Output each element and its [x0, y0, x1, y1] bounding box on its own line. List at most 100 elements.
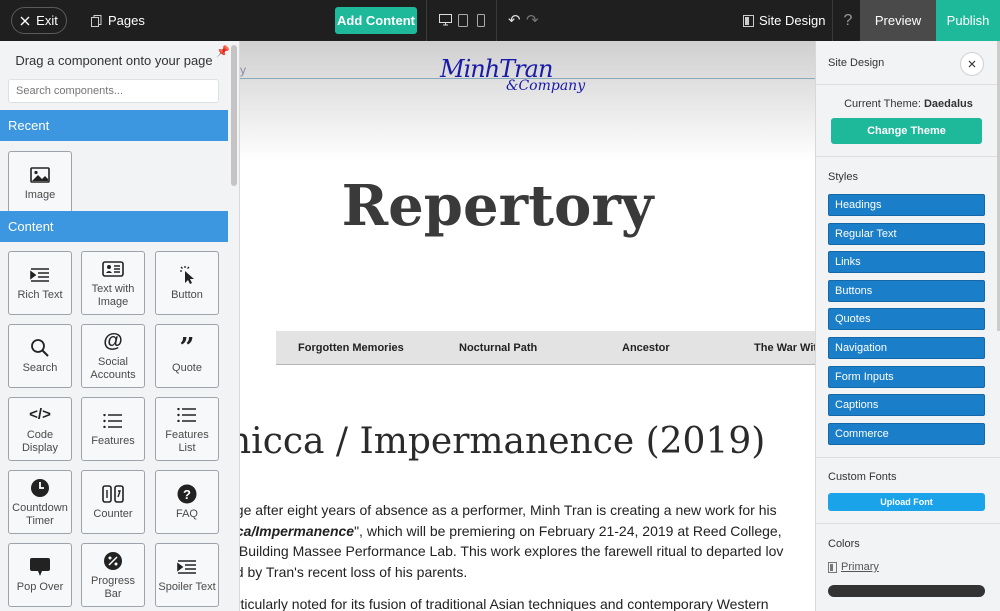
component-text-with-image[interactable]: Text with Image [81, 251, 145, 315]
paragraph-line: s Building Massee Performance Lab. This … [240, 543, 784, 559]
style-links[interactable]: Links [828, 251, 985, 273]
spoiler-icon [177, 556, 197, 578]
paragraph-line: age after eight years of absence as a pe… [240, 502, 777, 518]
component-quote[interactable]: ” Quote [155, 324, 219, 388]
primary-color-swatch[interactable] [828, 585, 985, 597]
svg-text:?: ? [183, 487, 191, 502]
question-icon: ? [177, 483, 197, 505]
component-button[interactable]: Button [155, 251, 219, 315]
page-canvas[interactable]: y MinhTran &Company Repertory Forgotten … [240, 41, 815, 611]
paint-icon [828, 561, 837, 573]
nav-item-ancestor[interactable]: Ancestor [622, 331, 670, 365]
toolbar-divider [426, 0, 427, 41]
close-icon [968, 60, 976, 68]
style-regular-text[interactable]: Regular Text [828, 223, 985, 245]
style-quotes[interactable]: Quotes [828, 308, 985, 330]
style-captions[interactable]: Captions [828, 394, 985, 416]
pages-button[interactable]: Pages [91, 0, 145, 41]
site-design-button[interactable]: Site Design [743, 0, 825, 41]
style-headings[interactable]: Headings [828, 194, 985, 216]
colors-heading: Colors [828, 538, 860, 550]
site-design-icon [743, 14, 754, 27]
component-search[interactable]: Search [8, 324, 72, 388]
redo-icon[interactable]: ↷ [526, 11, 539, 29]
component-label: Code Display [21, 428, 59, 454]
recent-section-header[interactable]: Recent [0, 110, 228, 141]
paragraph-line: cca/Impermanence", which will be premier… [240, 521, 815, 542]
mobile-icon[interactable] [474, 13, 488, 27]
component-features-list[interactable]: Features List [155, 397, 219, 461]
style-commerce[interactable]: Commerce [828, 423, 985, 445]
component-features[interactable]: Features [81, 397, 145, 461]
features-list-icon [103, 410, 123, 432]
component-image[interactable]: Image [8, 151, 72, 215]
site-logo-subtitle: &Company [506, 78, 586, 94]
component-label: Features List [165, 428, 209, 454]
paragraph-line: articularly noted for its fusion of trad… [240, 596, 769, 611]
component-label: Spoiler Text [158, 581, 216, 593]
nav-item-the-war-within[interactable]: The War Wit [754, 331, 815, 365]
component-label: Progress Bar [90, 574, 136, 600]
change-theme-button[interactable]: Change Theme [831, 118, 982, 144]
divider [816, 457, 1000, 458]
code-icon: </> [29, 406, 51, 423]
component-label: Quote [172, 362, 202, 374]
paragraph-text: ", which will be premiering on February … [354, 522, 782, 539]
pin-icon[interactable]: 📌 [216, 45, 230, 58]
site-design-panel: Site Design Current Theme: Daedalus Chan… [815, 41, 1000, 611]
work-description[interactable]: age after eight years of absence as a pe… [240, 500, 815, 611]
component-label: Pop Over [16, 581, 64, 593]
top-toolbar: Exit Pages Add Content ↶ ↷ Site Design ?… [0, 0, 1000, 41]
component-faq[interactable]: ? FAQ [155, 470, 219, 534]
header-stray-text: y [240, 63, 246, 77]
exit-button[interactable]: Exit [11, 7, 67, 34]
close-panel-button[interactable] [960, 52, 984, 76]
upload-font-button[interactable]: Upload Font [828, 493, 985, 511]
panel-scrollbar[interactable] [231, 45, 237, 186]
desktop-icon[interactable] [438, 13, 452, 27]
undo-icon[interactable]: ↶ [508, 11, 521, 29]
style-navigation[interactable]: Navigation [828, 337, 985, 359]
nav-item-nocturnal-path[interactable]: Nocturnal Path [459, 331, 537, 365]
work-title[interactable]: nicca / Impermanence (2019) [240, 421, 765, 462]
repertory-nav: Forgotten Memories Nocturnal Path Ancest… [276, 331, 815, 365]
component-search-input[interactable] [8, 79, 219, 103]
component-label: Countdown Timer [12, 501, 68, 527]
nav-item-forgotten-memories[interactable]: Forgotten Memories [298, 331, 404, 365]
add-content-button[interactable]: Add Content [335, 7, 417, 34]
panel-title: Drag a component onto your page [15, 53, 213, 68]
image-icon [30, 164, 50, 186]
style-form-inputs[interactable]: Form Inputs [828, 366, 985, 388]
button-cursor-icon [178, 264, 196, 286]
text-with-image-icon [102, 258, 124, 280]
exit-label: Exit [36, 13, 58, 28]
component-pop-over[interactable]: Pop Over [8, 543, 72, 607]
component-label: Text with Image [91, 282, 135, 308]
custom-fonts-heading: Custom Fonts [828, 471, 897, 483]
content-section-header[interactable]: Content [0, 211, 228, 242]
toolbar-divider [832, 0, 833, 41]
panel-title: Site Design [828, 57, 885, 69]
component-code-display[interactable]: </> Code Display [8, 397, 72, 461]
search-icon [30, 337, 50, 359]
styles-heading: Styles [828, 171, 858, 183]
component-rich-text[interactable]: Rich Text [8, 251, 72, 315]
close-icon [20, 16, 30, 25]
component-progress-bar[interactable]: Progress Bar [81, 543, 145, 607]
percent-icon [103, 550, 123, 572]
at-sign-icon: @ [103, 330, 123, 352]
preview-button[interactable]: Preview [860, 0, 936, 41]
publish-button[interactable]: Publish [936, 0, 1000, 41]
component-spoiler-text[interactable]: Spoiler Text [155, 543, 219, 607]
tablet-icon[interactable] [456, 13, 470, 27]
help-button[interactable]: ? [836, 0, 860, 41]
component-social-accounts[interactable]: @ Social Accounts [81, 324, 145, 388]
component-label: Social Accounts [90, 355, 136, 381]
paragraph-line: ed by Tran's recent loss of his parents. [240, 563, 468, 580]
style-buttons[interactable]: Buttons [828, 280, 985, 302]
component-countdown-timer[interactable]: Countdown Timer [8, 470, 72, 534]
current-theme: Current Theme: Daedalus [816, 98, 1000, 110]
page-title[interactable]: Repertory [240, 173, 755, 239]
primary-color-label: Primary [828, 561, 879, 573]
component-counter[interactable]: Counter [81, 470, 145, 534]
